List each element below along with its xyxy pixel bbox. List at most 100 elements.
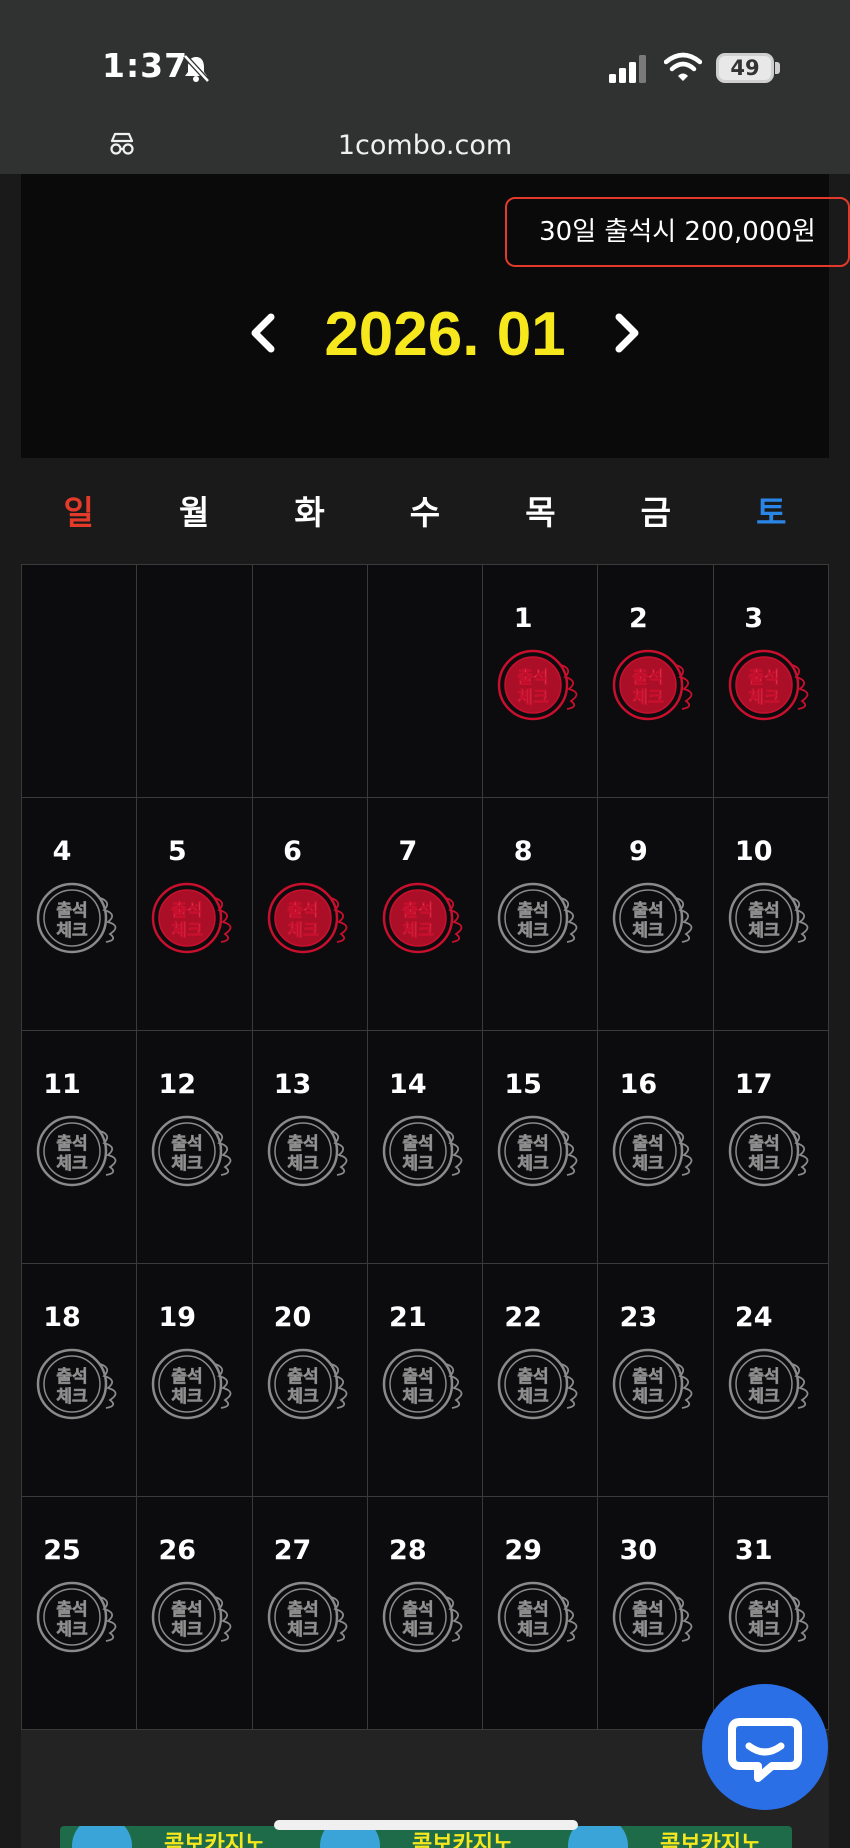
svg-text:체크: 체크 [172, 1387, 204, 1407]
home-indicator [274, 1820, 578, 1830]
weekday-header: 일 월 화 수 목 금 토 [21, 478, 829, 548]
calendar-day-cell[interactable]: 20 출석 체크 [252, 1264, 368, 1497]
stamp-unchecked-icon: 출석체크 [36, 1348, 117, 1420]
svg-text:출석: 출석 [518, 901, 549, 921]
svg-text:체크: 체크 [287, 921, 319, 941]
stamp-checked-icon: 출석체크 [382, 882, 463, 954]
calendar-day-cell[interactable]: 30 출석 체크 [598, 1497, 714, 1730]
svg-text:출석: 출석 [287, 901, 318, 921]
stamp-unchecked-icon: 출석체크 [152, 1115, 232, 1187]
calendar-day-cell[interactable]: 14 출석 체크 [367, 1031, 484, 1264]
svg-text:체크: 체크 [402, 921, 434, 941]
calendar-day-cell[interactable]: 17 출석 체크 [713, 1031, 829, 1264]
url-text[interactable]: 1combo.com [0, 130, 850, 161]
day-number: 16 [619, 1069, 658, 1100]
calendar-day-cell[interactable]: 18 출석 체크 [22, 1264, 138, 1497]
day-number: 24 [734, 1302, 773, 1333]
svg-text:체크: 체크 [748, 1387, 780, 1407]
svg-text:출석: 출석 [518, 1367, 549, 1387]
svg-text:체크: 체크 [287, 1154, 319, 1174]
svg-text:체크: 체크 [56, 921, 88, 941]
stamp-unchecked-icon: 출석체크 [497, 1581, 578, 1653]
calendar-day-cell[interactable]: 12 출석 체크 [137, 1031, 253, 1264]
calendar-day-cell[interactable]: 23 출석 체크 [598, 1264, 714, 1497]
calendar-day-cell[interactable]: 2 출석 체크 [598, 565, 714, 798]
chevron-right-icon[interactable] [613, 311, 643, 355]
day-number: 15 [504, 1069, 542, 1100]
calendar-day-cell[interactable]: 21 출석 체크 [367, 1264, 484, 1497]
chat-button[interactable] [702, 1684, 828, 1810]
stamp-checked-icon: 출석체크 [497, 649, 578, 721]
day-number: 25 [43, 1535, 81, 1566]
svg-text:체크: 체크 [402, 1620, 434, 1640]
reward-box: 30일 출석시 200,000원 [505, 197, 850, 267]
day-number: 29 [504, 1535, 542, 1566]
svg-text:출석: 출석 [633, 1600, 664, 1620]
calendar-day-cell[interactable]: 1 출석 체크 [483, 565, 599, 798]
calendar-day-cell[interactable]: 7 출석 체크 [367, 798, 484, 1031]
calendar-day-cell[interactable]: 22 출석 체크 [483, 1264, 599, 1497]
svg-text:체크: 체크 [402, 1387, 434, 1407]
calendar-day-cell[interactable]: 28 출석 체크 [367, 1497, 484, 1730]
page-content: 30일 출석시 200,000원 2026. 01 일 월 화 수 목 금 토 … [0, 174, 850, 1848]
svg-text:출석: 출석 [172, 1134, 203, 1154]
svg-text:체크: 체크 [748, 921, 780, 941]
weekday-mon: 월 [178, 493, 210, 532]
promo-banner[interactable]: 콤보카지노 [556, 1826, 792, 1848]
svg-text:출석: 출석 [633, 668, 664, 688]
chevron-left-icon[interactable] [247, 311, 277, 355]
stamp-unchecked-icon: 출석체크 [267, 1581, 347, 1653]
calendar-day-cell[interactable]: 13 출석 체크 [252, 1031, 368, 1264]
svg-text:출석: 출석 [748, 1134, 779, 1154]
calendar-day-cell[interactable]: 24 출석 체크 [713, 1264, 829, 1497]
stamp-unchecked-icon: 출석체크 [152, 1348, 232, 1420]
day-number: 3 [744, 603, 764, 634]
svg-text:체크: 체크 [287, 1620, 319, 1640]
svg-text:출석: 출석 [402, 1600, 433, 1620]
chat-bubble-icon [728, 1718, 802, 1782]
stamp-unchecked-icon: 출석체크 [36, 882, 117, 954]
calendar-day-cell[interactable]: 16 출석 체크 [598, 1031, 714, 1264]
calendar-day-cell[interactable]: 9 출석 체크 [598, 798, 714, 1031]
day-number: 12 [158, 1069, 197, 1100]
calendar-day-cell[interactable]: 10 출석 체크 [713, 798, 829, 1031]
calendar-day-cell[interactable]: 8 출석 체크 [483, 798, 599, 1031]
calendar-day-cell[interactable]: 25 출석 체크 [22, 1497, 138, 1730]
calendar-day-cell[interactable]: 4 출석 체크 [22, 798, 138, 1031]
calendar-empty-cell [252, 565, 368, 798]
url-bar[interactable]: 1combo.com [0, 118, 850, 174]
stamp-checked-icon: 출석체크 [267, 882, 347, 954]
calendar-day-cell[interactable]: 29 출석 체크 [483, 1497, 599, 1730]
day-number: 27 [273, 1535, 312, 1566]
svg-text:체크: 체크 [633, 1620, 665, 1640]
battery-tip [775, 62, 780, 74]
day-number: 10 [734, 836, 773, 867]
calendar-day-cell[interactable]: 3 출석 체크 [713, 565, 829, 798]
month-title: 2026. 01 [324, 300, 566, 369]
status-time: 1:37 [102, 46, 189, 85]
day-number: 13 [273, 1069, 312, 1100]
day-number: 1 [513, 603, 533, 634]
day-number: 17 [734, 1069, 773, 1100]
day-number: 19 [158, 1302, 197, 1333]
calendar-grid: 1 출석 체크 2 출석 체크 3 출석 체크 4 출석 체크 5 출석 체크 6 출석 체크 7 출석 체크 8 출석 체크… [21, 564, 829, 1730]
calendar-day-cell[interactable]: 5 출석 체크 [137, 798, 253, 1031]
stamp-unchecked-icon: 출석체크 [152, 1581, 232, 1653]
calendar-day-cell[interactable]: 19 출석 체크 [137, 1264, 253, 1497]
calendar-day-cell[interactable]: 11 출석 체크 [22, 1031, 138, 1264]
calendar-day-cell[interactable]: 15 출석 체크 [483, 1031, 599, 1264]
svg-text:출석: 출석 [748, 1367, 779, 1387]
calendar-day-cell[interactable]: 27 출석 체크 [252, 1497, 368, 1730]
day-number: 28 [389, 1535, 427, 1566]
day-number: 18 [43, 1302, 81, 1333]
promo-banner[interactable]: 콤보카지노 [60, 1826, 308, 1848]
svg-text:출석: 출석 [172, 1367, 203, 1387]
calendar-day-cell[interactable]: 26 출석 체크 [137, 1497, 253, 1730]
svg-text:출석: 출석 [172, 901, 203, 921]
day-number: 21 [389, 1302, 427, 1333]
weekday-thu: 목 [525, 493, 556, 532]
svg-text:체크: 체크 [633, 1387, 665, 1407]
banner-orb [72, 1826, 132, 1848]
calendar-day-cell[interactable]: 6 출석 체크 [252, 798, 368, 1031]
day-number: 30 [619, 1535, 658, 1566]
